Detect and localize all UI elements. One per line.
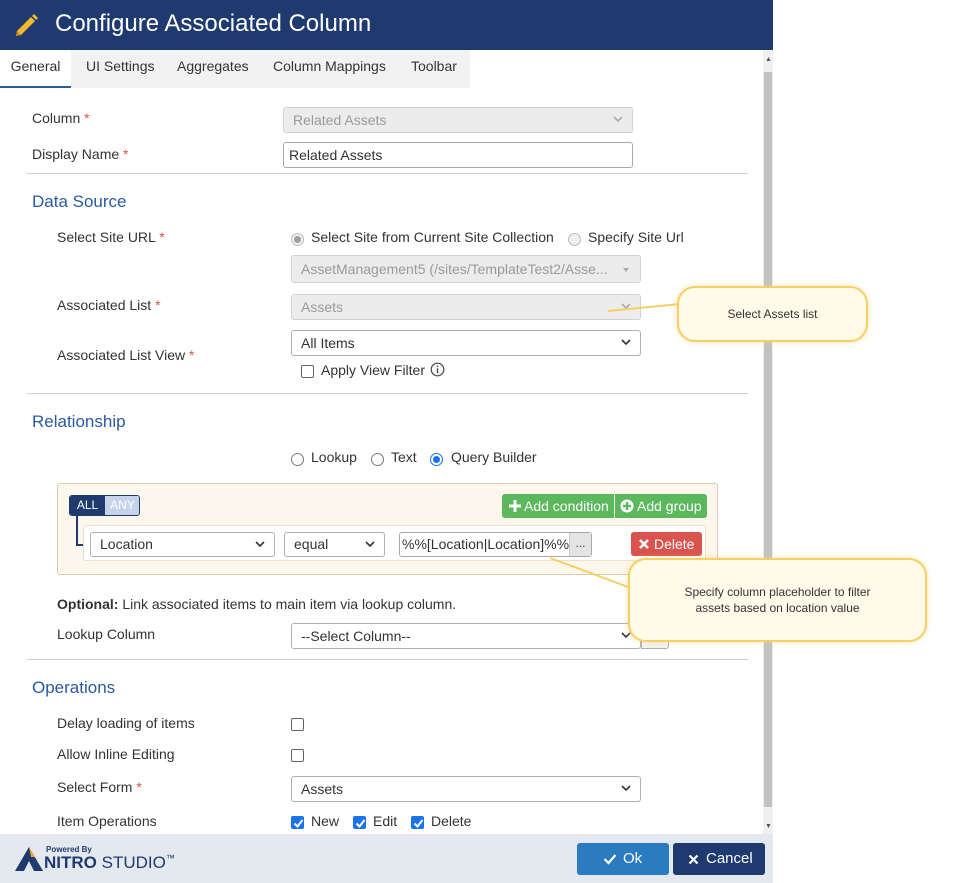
dialog-footer: Powered By NITRO STUDIO™ Ok Cancel <box>0 834 773 883</box>
nitro-logo-icon <box>15 847 43 871</box>
chevron-down-icon <box>621 785 631 792</box>
site-specify-radio[interactable] <box>568 233 581 246</box>
associated-list-select: Assets <box>291 294 641 320</box>
delay-loading-checkbox[interactable] <box>291 718 304 731</box>
associated-list-label: Associated List * <box>57 297 161 313</box>
caret-down-icon <box>623 268 629 272</box>
ok-button[interactable]: Ok <box>577 843 669 875</box>
all-toggle-button[interactable]: ALL <box>70 496 105 515</box>
site-current-label: Select Site from Current Site Collection <box>311 229 554 245</box>
all-any-toggle: ALL ANY <box>69 495 140 516</box>
op-new-label: New <box>311 813 340 829</box>
any-toggle-button[interactable]: ANY <box>105 496 139 515</box>
scrollbar[interactable]: ▲ ▼ <box>763 50 773 834</box>
op-delete-checkbox[interactable] <box>411 816 424 829</box>
relationship-heading: Relationship <box>32 412 126 431</box>
rule-field-select[interactable]: Location <box>90 532 275 557</box>
scroll-up-icon[interactable]: ▲ <box>765 56 772 63</box>
op-edit-checkbox[interactable] <box>353 816 366 829</box>
operations-heading: Operations <box>32 678 116 697</box>
add-condition-button[interactable]: Add condition <box>502 494 614 518</box>
check-icon <box>293 819 304 829</box>
op-edit-label: Edit <box>373 813 398 829</box>
brand-name: NITRO STUDIO™ <box>44 853 175 872</box>
dialog-title: Configure Associated Column <box>55 10 372 37</box>
associated-list-view-select[interactable]: All Items <box>291 330 641 356</box>
tab-general[interactable]: General <box>0 50 71 88</box>
callout-pointer <box>608 303 681 312</box>
check-icon <box>603 854 617 865</box>
callout-pointer <box>549 557 637 591</box>
select-form-label: Select Form * <box>57 779 142 795</box>
callout-placeholder: Specify column placeholder to filter ass… <box>628 558 927 642</box>
pencil-icon <box>16 14 38 36</box>
delay-loading-label: Delay loading of items <box>57 715 195 731</box>
mode-text-label: Text <box>391 449 417 465</box>
op-new-checkbox[interactable] <box>291 816 304 829</box>
mode-query-builder-label: Query Builder <box>451 449 537 465</box>
site-select: AssetManagement5 (/sites/TemplateTest2/A… <box>291 255 641 283</box>
site-current-radio[interactable] <box>291 233 304 246</box>
tab-toolbar[interactable]: Toolbar <box>411 50 457 88</box>
item-operations-label: Item Operations <box>57 813 157 829</box>
divider <box>27 659 748 660</box>
tab-ui-settings[interactable]: UI Settings <box>86 50 154 88</box>
mode-lookup-label: Lookup <box>311 449 357 465</box>
chevron-down-icon <box>613 116 623 123</box>
plus-icon <box>509 500 521 512</box>
optional-note: Optional: Link associated items to main … <box>57 596 457 612</box>
close-icon <box>639 539 649 549</box>
tab-bar: General UI Settings Aggregates Column Ma… <box>0 50 470 88</box>
display-name-label: Display Name * <box>32 146 129 162</box>
dialog-title-bar: Configure Associated Column <box>0 0 773 50</box>
apply-view-filter-label: Apply View Filter <box>321 362 426 378</box>
divider <box>27 173 748 174</box>
divider <box>27 393 748 394</box>
select-form-select[interactable]: Assets <box>291 776 641 802</box>
associated-list-view-label: Associated List View * <box>57 347 195 363</box>
scroll-down-icon[interactable]: ▼ <box>765 823 772 830</box>
rule-operator-select[interactable]: equal <box>284 532 385 557</box>
close-icon <box>688 854 699 865</box>
chevron-down-icon <box>621 339 631 346</box>
scrollbar-thumb[interactable] <box>764 72 772 807</box>
mode-text-radio[interactable] <box>371 453 384 466</box>
tab-column-mappings[interactable]: Column Mappings <box>273 50 386 88</box>
column-select: Related Assets <box>283 107 633 133</box>
display-name-input[interactable]: Related Assets <box>283 142 633 168</box>
info-icon[interactable] <box>430 362 445 377</box>
site-specify-label: Specify Site Url <box>588 229 684 245</box>
inline-editing-checkbox[interactable] <box>291 749 304 762</box>
rule-value-input[interactable]: %%[Location|Location]%% <box>399 532 592 557</box>
column-label: Column * <box>32 110 90 126</box>
tab-aggregates[interactable]: Aggregates <box>177 50 249 88</box>
chevron-down-icon <box>365 541 375 548</box>
mode-lookup-radio[interactable] <box>291 453 304 466</box>
select-site-url-label: Select Site URL * <box>57 229 165 245</box>
chevron-down-icon <box>255 541 265 548</box>
plus-circle-icon <box>620 499 634 513</box>
add-group-button[interactable]: Add group <box>615 494 707 518</box>
value-picker-button[interactable]: ... <box>569 533 591 556</box>
apply-view-filter-checkbox[interactable] <box>301 365 314 378</box>
op-delete-label: Delete <box>431 813 472 829</box>
check-icon <box>413 819 424 829</box>
cancel-button[interactable]: Cancel <box>673 843 765 875</box>
callout-select-assets: Select Assets list <box>677 286 868 342</box>
check-icon <box>355 819 366 829</box>
lookup-column-select[interactable]: --Select Column-- <box>291 623 641 649</box>
inline-editing-label: Allow Inline Editing <box>57 746 175 762</box>
delete-rule-button[interactable]: Delete <box>631 532 702 556</box>
mode-query-builder-radio[interactable] <box>430 453 443 466</box>
data-source-heading: Data Source <box>32 192 127 211</box>
lookup-column-label: Lookup Column <box>57 626 156 642</box>
